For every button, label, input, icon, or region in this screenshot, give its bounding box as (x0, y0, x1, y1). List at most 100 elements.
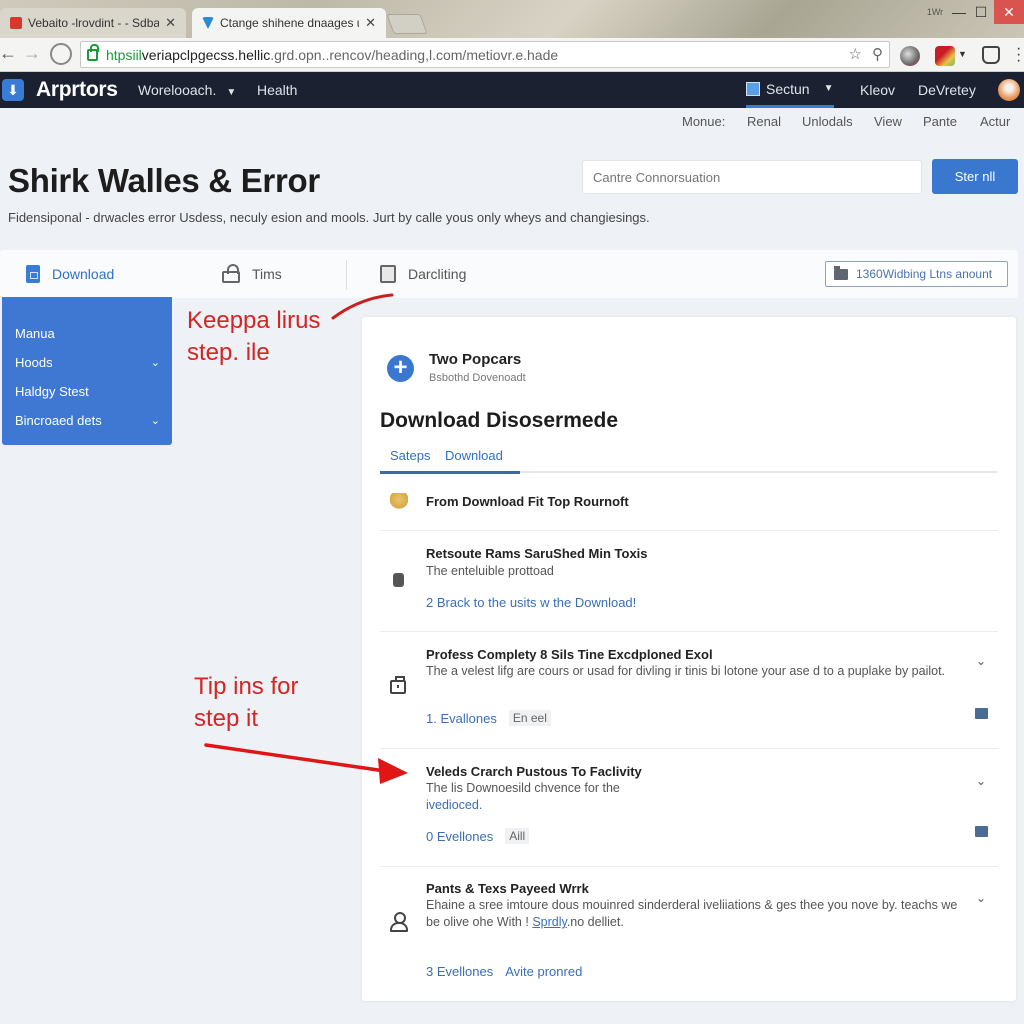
list-item-title: Profess Complety 8 Sils Tine Excdploned … (426, 647, 713, 662)
section-dropdown[interactable]: Sectun ▼ (746, 72, 834, 108)
tab-favicon-icon (10, 17, 22, 29)
tab-close-icon[interactable]: ✕ (165, 15, 176, 31)
nav-dropdown[interactable]: Worelooach. ▼ (138, 82, 236, 98)
new-tab-button[interactable] (386, 14, 428, 34)
window-close-button[interactable]: ✕ (994, 0, 1024, 24)
subnav-item[interactable]: Pante (923, 114, 957, 129)
sidebar-item-label: Manua (15, 326, 55, 341)
annotation-callout: Tip ins for step it (194, 671, 298, 735)
add-icon[interactable]: + (387, 355, 414, 382)
maximize-button[interactable]: ☐ (970, 0, 992, 24)
chevron-down-icon[interactable]: ⌄ (976, 891, 986, 905)
sidebar: Manua Hoods ⌄ Haldgy Stest Bincroaed det… (2, 297, 172, 445)
evaluations-link[interactable]: 3 Evellones (426, 964, 493, 979)
sidebar-item-label: Bincroaed dets (15, 413, 102, 428)
avatar[interactable] (998, 79, 1020, 101)
url-host: veriapclpgecss.hellic (141, 46, 271, 63)
chevron-down-icon: ⌄ (150, 415, 160, 427)
chevron-down-icon: ⌄ (150, 357, 160, 369)
reload-button[interactable] (50, 43, 72, 65)
annotation-line: step. ile (187, 339, 270, 366)
extension-icon[interactable] (900, 46, 920, 66)
list-item[interactable]: Pants & Texs Payeed Wrrk Ehaine a sree i… (380, 867, 998, 1001)
subnav-item[interactable]: Actur (980, 114, 1010, 129)
search-input[interactable] (582, 160, 922, 194)
sidebar-item-bincroaed-dets[interactable]: Bincroaed dets ⌄ (2, 406, 172, 435)
amount-button[interactable]: 1360Widbing Ltns anount (825, 261, 1008, 287)
list-item[interactable]: From Download Fit Top Rournoft (380, 477, 998, 531)
bell-icon (390, 493, 408, 509)
sidebar-item-hoods[interactable]: Hoods ⌄ (2, 348, 172, 377)
invite-link[interactable]: Avite pronred (505, 964, 582, 979)
subnav-item[interactable]: Monue: (682, 114, 725, 129)
subtab-sateps[interactable]: Sateps (390, 448, 430, 463)
list-item-title: Pants & Texs Payeed Wrrk (426, 881, 589, 896)
list-item-description: Ehaine a sree imtoure dous mouinred sind… (426, 897, 966, 931)
sidebar-item-manua[interactable]: Manua (2, 319, 172, 348)
sidebar-item-label: Hoods (15, 355, 53, 370)
save-icon[interactable] (975, 708, 988, 719)
chevron-down-icon: ▼ (226, 87, 237, 98)
sidebar-item-haldgy-stest[interactable]: Haldgy Stest (2, 377, 172, 406)
annotation-curve (331, 293, 394, 320)
list-item-link-text: 2 Brack to the usits w the Download! (426, 595, 637, 610)
browser-menu-icon[interactable]: · · · (1016, 41, 1021, 69)
document-icon (26, 265, 40, 283)
tab-darcliting[interactable]: Darcliting (380, 250, 466, 298)
nav-item[interactable]: DeVretey (918, 82, 976, 98)
nav-label: Worelooach. (138, 82, 217, 98)
chevron-down-icon[interactable]: ⌄ (976, 774, 986, 788)
forward-button[interactable]: → (20, 43, 44, 64)
list-item[interactable]: Retsoute Rams SaruShed Min Toxis The ent… (380, 531, 998, 632)
list-item[interactable]: Veleds Crarch Pustous To Faclivity The l… (380, 749, 998, 867)
annotation-line: Keeppa lirus (187, 307, 321, 334)
description-text: The lis Downoesild chvence for the (426, 781, 620, 795)
tab-tims[interactable]: Tims (222, 250, 282, 298)
start-button[interactable]: Ster nll (932, 159, 1018, 194)
evaluations-link[interactable]: 1. Evallones (426, 711, 497, 726)
subnav-item[interactable]: Unlodals (802, 114, 853, 129)
subnav-item[interactable]: View (874, 114, 902, 129)
nav-item[interactable]: Health (257, 82, 297, 98)
tab-download[interactable]: Download (26, 250, 114, 298)
browser-tab-1[interactable]: Vebaito -lrovdint - - Sdbaada ✕ (0, 8, 186, 38)
bookmark-star-icon[interactable]: ☆ (849, 45, 862, 63)
tab-close-icon[interactable]: ✕ (365, 15, 376, 31)
list-item-description: The a velest lifg are cours or usad for … (426, 664, 946, 678)
chevron-down-icon[interactable]: ▼ (958, 49, 967, 59)
browser-toolbar: ← → htpsiil veriapclpgecss.hellic .grd.o… (0, 38, 1024, 72)
subtab-download[interactable]: Download (445, 448, 503, 463)
frame-icon (380, 265, 396, 283)
annotation-callout: Keeppa lirus step. ile (187, 305, 320, 369)
logo-icon[interactable]: ⬇ (2, 79, 24, 101)
list-item[interactable]: Profess Complety 8 Sils Tine Excdploned … (380, 632, 998, 749)
save-icon[interactable] (975, 826, 988, 837)
description-link[interactable]: ivedioced. (426, 798, 482, 812)
minimize-button[interactable]: — (948, 0, 970, 24)
tag-badge: En eel (508, 710, 551, 726)
app-header: ⬇ Arprtors Worelooach. ▼ Health Sectun ▼ … (0, 72, 1024, 108)
lock-icon (87, 43, 99, 61)
card-title: Download Disosermede (380, 409, 619, 432)
nav-item[interactable]: Kleov (860, 82, 895, 98)
list-item-link[interactable]: 2 Brack to the usits w the Download! (426, 595, 636, 610)
subnav-item[interactable]: Renal (747, 114, 781, 129)
translate-icon[interactable]: ⚲ (872, 45, 883, 63)
description-link[interactable]: Sprdly (532, 915, 567, 929)
url-path: .grd.opn..rencov/heading,l.com/metiovr.e… (270, 46, 559, 63)
download-card: + Two Popcars Bsbothd Dovenoadt Download… (362, 317, 1016, 1001)
share-icon[interactable] (982, 46, 1000, 64)
evaluations-link[interactable]: 0 Evellones (426, 829, 493, 844)
browser-tab-2[interactable]: Ctange shihene dnaages u.. ✕ (192, 8, 386, 38)
back-button[interactable]: ← (0, 43, 20, 64)
brand-name[interactable]: Arprtors (36, 78, 118, 102)
chevron-down-icon[interactable]: ⌄ (976, 654, 986, 668)
list-item-meta: 0 Evellones Aill (426, 828, 530, 844)
list-item-title: From Download Fit Top Rournoft (426, 494, 629, 509)
address-bar[interactable]: htpsiil veriapclpgecss.hellic .grd.opn..… (80, 41, 890, 68)
sidebar-item-label: Haldgy Stest (15, 384, 89, 399)
extension-icon[interactable] (935, 46, 955, 66)
list-item-description: The enteluible prottoad (426, 564, 554, 578)
tab-label: Darcliting (408, 266, 467, 282)
list-item-meta: 3 Evellones Avite pronred (426, 964, 582, 979)
